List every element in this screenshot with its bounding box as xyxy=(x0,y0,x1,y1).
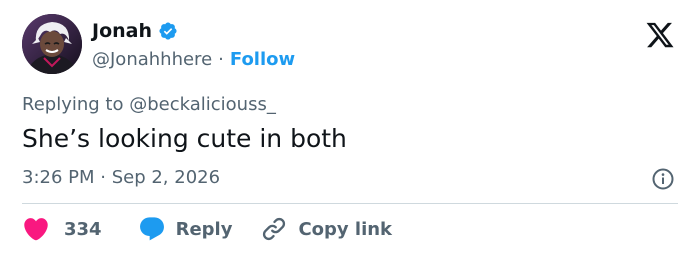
info-icon[interactable] xyxy=(651,167,675,191)
reply-mention-link[interactable]: @beckaliciouss_ xyxy=(129,94,276,115)
divider xyxy=(22,203,678,204)
action-bar: 334 Reply Copy link xyxy=(22,214,392,244)
avatar[interactable] xyxy=(22,14,82,74)
author-handle-row: @Jonahhhere · Follow xyxy=(92,49,295,71)
reply-button[interactable]: Reply xyxy=(138,215,233,243)
author-name-row: Jonah xyxy=(92,20,178,42)
speech-bubble-icon xyxy=(139,217,164,241)
like-count: 334 xyxy=(64,218,102,240)
replying-to-prefix: Replying to xyxy=(22,94,124,115)
x-logo-icon[interactable] xyxy=(644,20,676,50)
author-handle[interactable]: @Jonahhhere xyxy=(92,49,212,71)
tweet-text: She’s looking cute in both xyxy=(22,124,347,153)
reply-label: Reply xyxy=(175,218,233,240)
tweet-timestamp[interactable]: 3:26 PM · Sep 2, 2026 xyxy=(22,166,220,190)
link-icon xyxy=(263,217,286,241)
like-button[interactable]: 334 xyxy=(22,215,102,243)
replying-to: Replying to @beckaliciouss_ xyxy=(22,94,276,115)
separator-dot: · xyxy=(218,49,224,70)
author-display-name[interactable]: Jonah xyxy=(92,20,152,42)
copy-link-button[interactable]: Copy link xyxy=(260,215,392,243)
heart-icon xyxy=(24,218,48,241)
follow-button[interactable]: Follow xyxy=(230,49,295,71)
verified-badge-icon xyxy=(159,22,177,40)
copy-link-label: Copy link xyxy=(298,218,393,240)
